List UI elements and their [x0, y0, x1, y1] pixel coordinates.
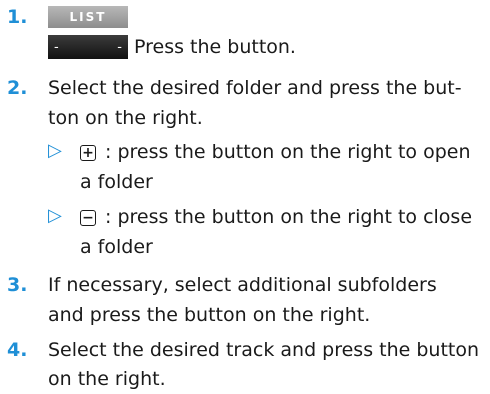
bullet-text: a folder [80, 171, 153, 193]
plus-glyph: + [82, 145, 94, 161]
step-text: Press the button. [134, 36, 296, 58]
step-text: Select the desired track and press the b… [48, 339, 480, 361]
bullet-arrow-icon: ▷ [48, 140, 62, 161]
step-number: 4. [7, 339, 28, 361]
step-text: on the right. [48, 368, 166, 390]
bullet-text: : press the button on the right to close [105, 206, 473, 228]
control-button-right: - [117, 39, 122, 55]
list-button-label: LIST [69, 10, 107, 24]
step-number: 3. [7, 274, 28, 296]
bullet-text: a folder [80, 236, 153, 258]
step-text: ton on the right. [48, 107, 203, 129]
step-text: Select the desired folder and press the … [48, 77, 462, 99]
step-number: 1. [7, 6, 28, 28]
plus-box-icon: + [80, 145, 96, 161]
step-text: and press the button on the right. [48, 304, 371, 326]
bullet-text: : press the button on the right to open [105, 141, 471, 163]
minus-glyph: − [82, 210, 94, 226]
step-text: If necessary, select additional subfolde… [48, 274, 437, 296]
control-button-left: - [54, 39, 59, 55]
control-button[interactable]: - - [48, 35, 128, 59]
bullet-arrow-icon: ▷ [48, 205, 62, 226]
step-number: 2. [7, 77, 28, 99]
minus-box-icon: − [80, 210, 96, 226]
list-button[interactable]: LIST [48, 6, 128, 28]
